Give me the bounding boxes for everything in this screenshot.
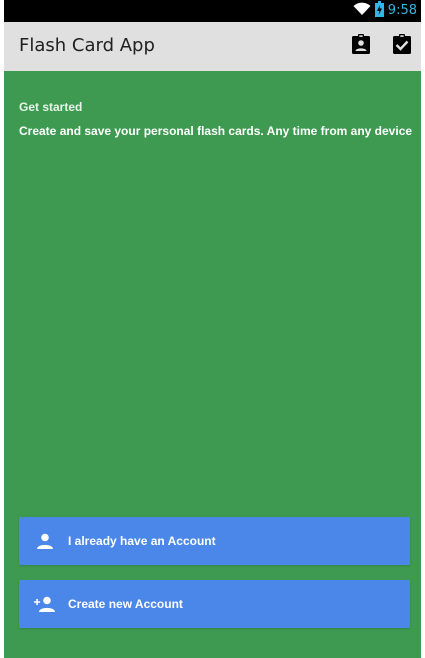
person-icon bbox=[34, 530, 56, 552]
main-content: Get started Create and save your persona… bbox=[4, 71, 421, 658]
create-account-button[interactable]: Create new Account bbox=[19, 580, 410, 628]
status-icons: 9:58 bbox=[353, 0, 417, 22]
app-screen: 9:58 Flash Card App Get started Create a… bbox=[4, 0, 421, 658]
login-button[interactable]: I already have an Account bbox=[19, 517, 410, 565]
intro-text: Create and save your personal flash card… bbox=[19, 124, 413, 138]
account-clipboard-icon bbox=[352, 33, 370, 59]
app-title: Flash Card App bbox=[19, 35, 155, 56]
app-bar: Flash Card App bbox=[4, 22, 421, 71]
status-bar: 9:58 bbox=[4, 0, 421, 22]
create-account-button-label: Create new Account bbox=[68, 597, 183, 611]
battery-charging-icon bbox=[374, 0, 384, 22]
wifi-icon bbox=[353, 2, 371, 21]
check-clipboard-icon bbox=[393, 33, 411, 59]
check-clipboard-button[interactable] bbox=[390, 33, 414, 59]
login-button-label: I already have an Account bbox=[68, 534, 216, 548]
status-time: 9:58 bbox=[387, 3, 417, 18]
intro-title: Get started bbox=[19, 100, 83, 114]
account-clipboard-button[interactable] bbox=[349, 33, 373, 59]
person-add-icon bbox=[34, 593, 56, 615]
